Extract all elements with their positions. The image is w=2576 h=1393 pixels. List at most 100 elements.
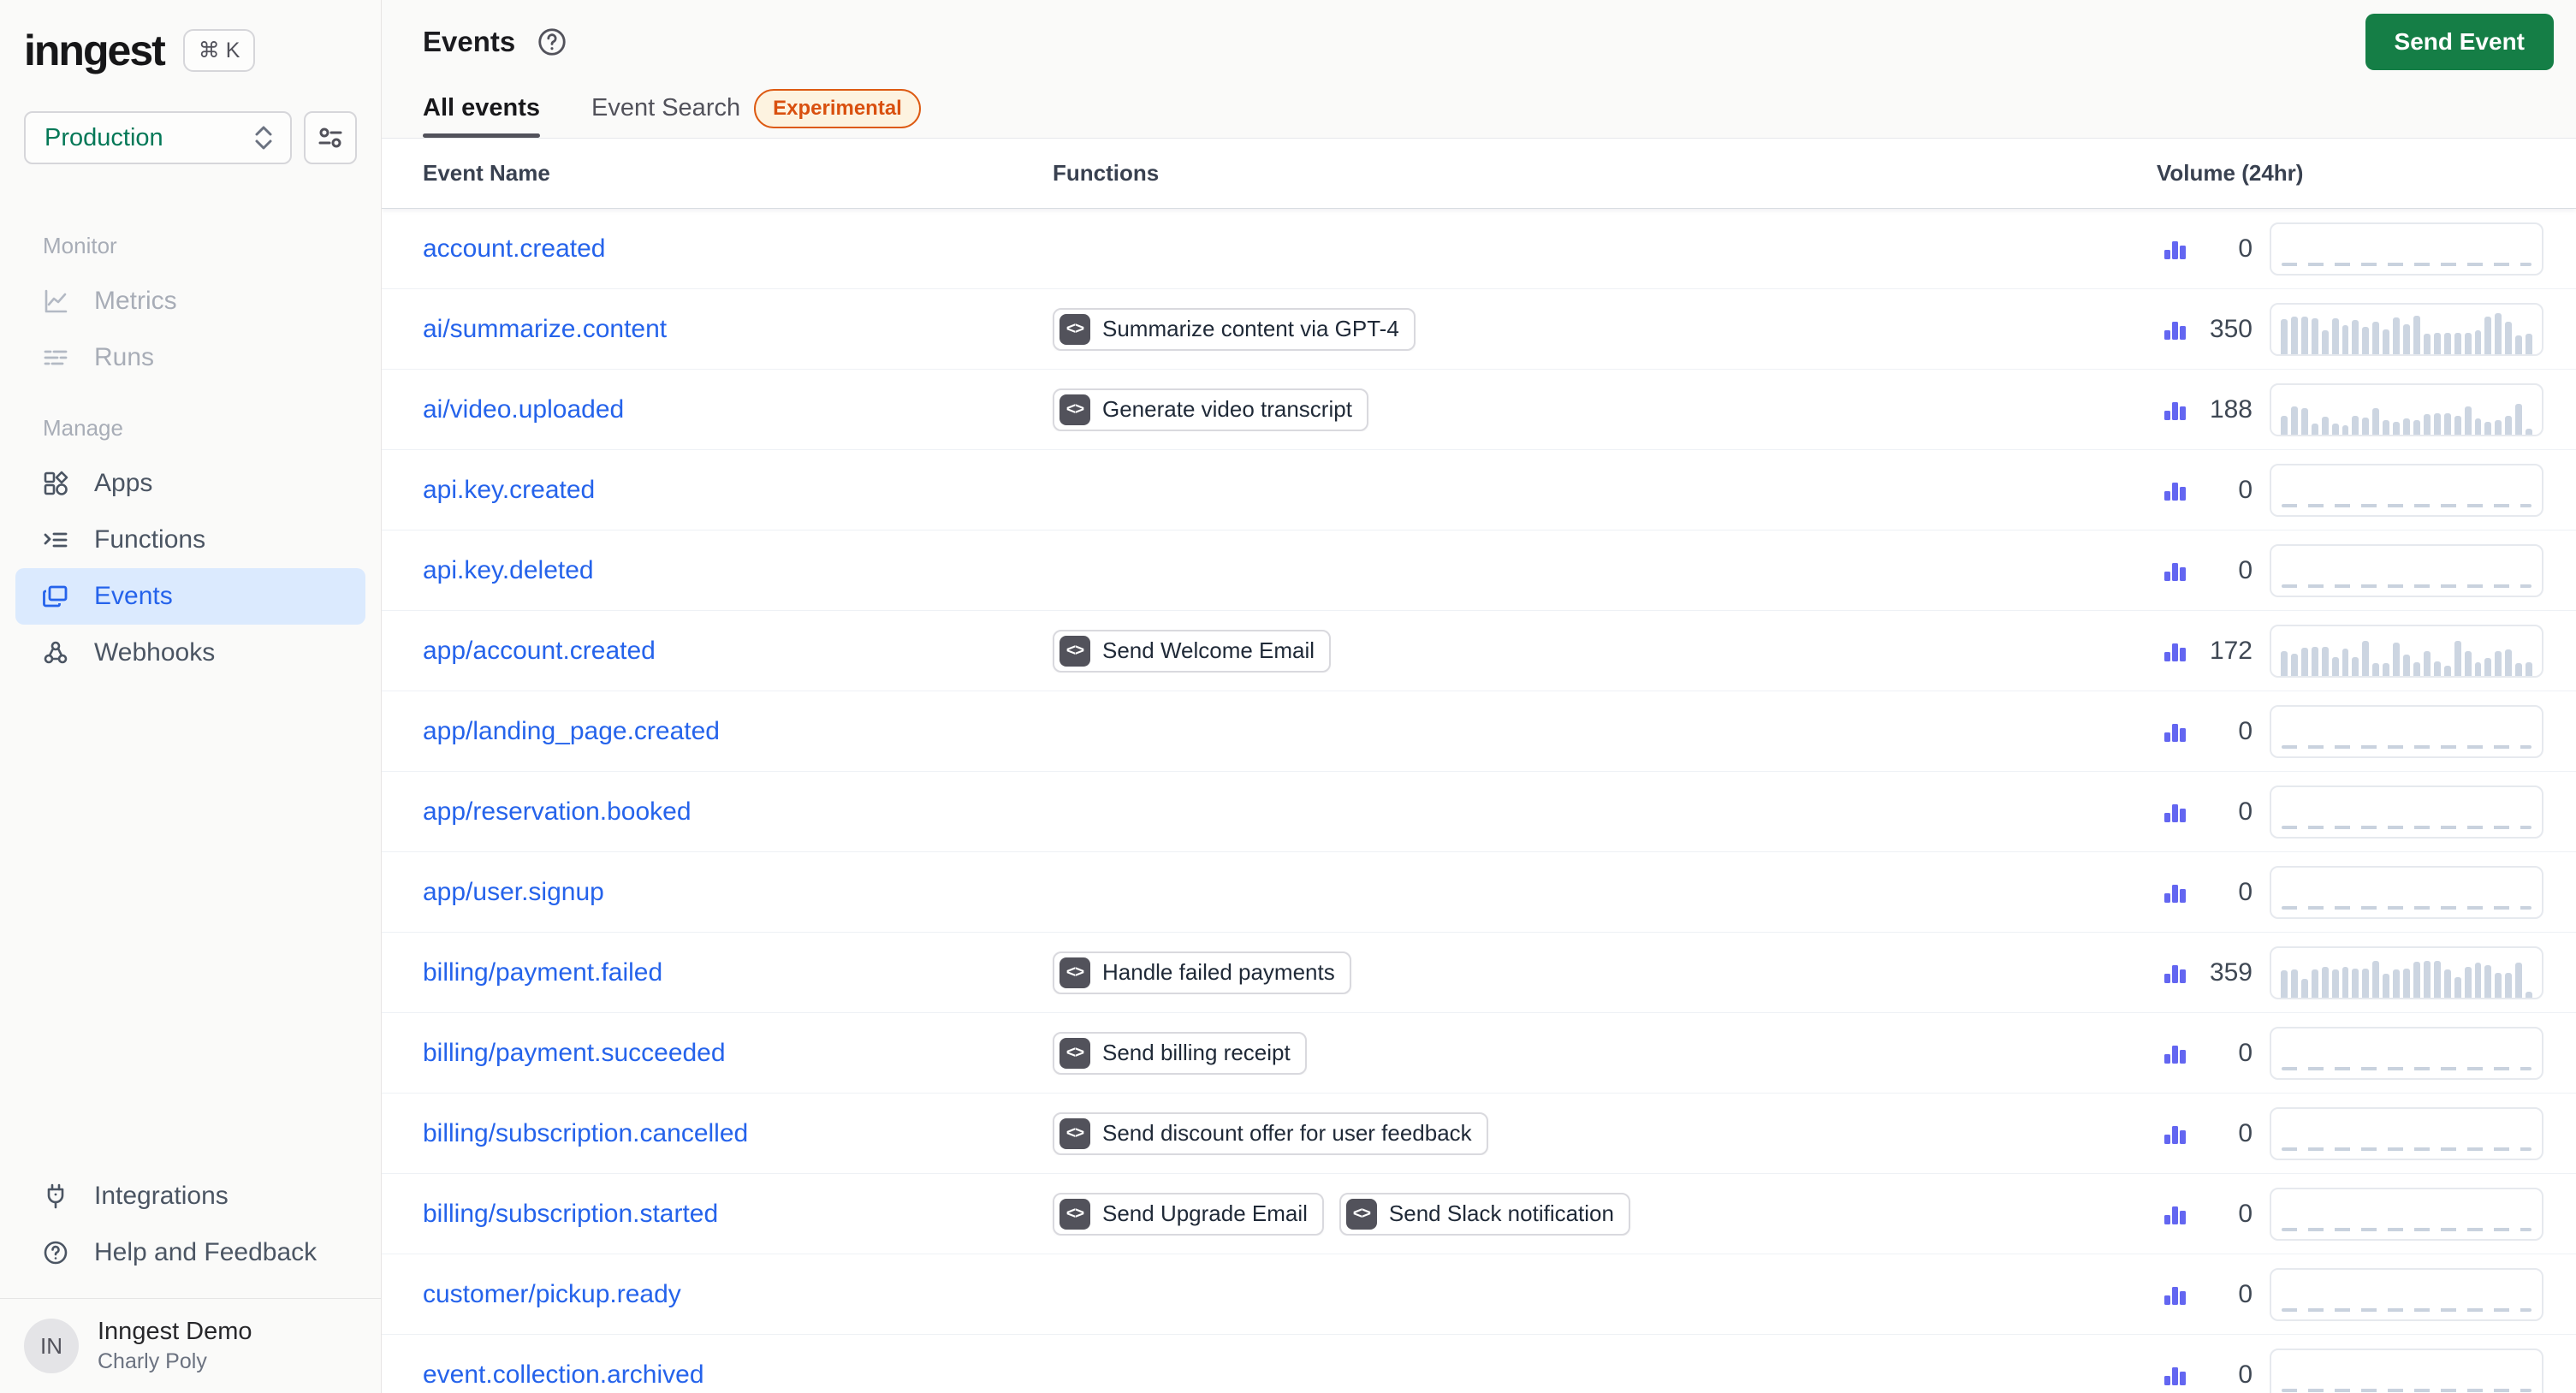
volume-count: 0 xyxy=(2163,1200,2253,1229)
bar-chart-icon xyxy=(2163,639,2187,662)
function-badge[interactable]: <> Send Welcome Email xyxy=(1053,629,1332,673)
function-badge[interactable]: <> Send Upgrade Email xyxy=(1053,1192,1324,1236)
event-name-link[interactable]: account.created xyxy=(382,234,1015,264)
volume-count: 0 xyxy=(2163,234,2253,264)
sidebar-item-label: Runs xyxy=(94,343,155,371)
event-name-link[interactable]: app/landing_page.created xyxy=(382,717,1015,746)
table-row: ai/video.uploaded <> Generate video trans… xyxy=(382,370,2576,450)
bar-chart-icon xyxy=(2163,880,2187,904)
volume-sparkline xyxy=(2270,463,2543,517)
code-icon: <> xyxy=(1345,1198,1377,1230)
volume-cell: 0 xyxy=(2056,785,2576,839)
zero-volume-dashed-line xyxy=(2282,262,2531,266)
volume-cell: 0 xyxy=(2056,1106,2576,1160)
table-row: customer/pickup.ready 0 xyxy=(382,1254,2576,1335)
table-row: app/user.signup 0 xyxy=(382,852,2576,933)
column-header-volume: Volume (24hr) xyxy=(2157,160,2304,186)
table-row: billing/payment.failed <> Handle failed p… xyxy=(382,933,2576,1013)
event-name-link[interactable]: api.key.deleted xyxy=(382,556,1015,585)
bar-chart-icon xyxy=(2163,1041,2187,1064)
user-name: Charly Poly xyxy=(98,1349,207,1373)
volume-sparkline xyxy=(2270,1106,2543,1160)
function-badge[interactable]: <> Generate video transcript xyxy=(1053,388,1368,431)
volume-cell: 0 xyxy=(2056,543,2576,597)
sidebar-item-events[interactable]: Events xyxy=(15,568,365,625)
sidebar-item-label: Functions xyxy=(94,525,206,554)
event-name-link[interactable]: event.collection.archived xyxy=(382,1360,1015,1390)
volume-value: 350 xyxy=(2209,314,2253,343)
zero-volume-dashed-line xyxy=(2282,744,2531,749)
function-badge[interactable]: <> Handle failed payments xyxy=(1053,951,1351,994)
tab-event-search[interactable]: Event Search Experimental xyxy=(591,79,921,138)
sidebar-item-runs[interactable]: Runs xyxy=(15,329,365,386)
event-name-link[interactable]: ai/video.uploaded xyxy=(382,395,1015,424)
page-help-icon[interactable] xyxy=(536,26,568,58)
volume-cell: 188 xyxy=(2056,382,2576,436)
event-name-link[interactable]: app/account.created xyxy=(382,637,1015,666)
volume-sparkline xyxy=(2270,785,2543,839)
tab-all-events[interactable]: All events xyxy=(423,79,540,138)
table-header: Event Name Functions Volume (24hr) xyxy=(382,139,2576,209)
volume-cell: 0 xyxy=(2056,1187,2576,1241)
sidebar-item-apps[interactable]: Apps xyxy=(15,455,365,512)
volume-count: 359 xyxy=(2163,958,2253,987)
volume-count: 188 xyxy=(2163,395,2253,424)
event-name-link[interactable]: customer/pickup.ready xyxy=(382,1280,1015,1309)
table-row: ai/summarize.content <> Summarize content… xyxy=(382,289,2576,370)
column-header-event-name: Event Name xyxy=(423,160,550,186)
bar-chart-icon xyxy=(2163,1283,2187,1306)
volume-value: 0 xyxy=(2238,1038,2253,1067)
sidebar-item-webhooks[interactable]: Webhooks xyxy=(15,625,365,681)
runs-icon xyxy=(41,343,70,372)
zero-volume-dashed-line xyxy=(2282,1388,2531,1392)
events-icon xyxy=(41,582,70,611)
volume-cell: 0 xyxy=(2056,865,2576,919)
zero-volume-dashed-line xyxy=(2282,1227,2531,1231)
sidebar-item-metrics[interactable]: Metrics xyxy=(15,273,365,329)
environment-select[interactable]: Production xyxy=(24,111,292,164)
command-k-shortcut[interactable]: ⌘ K xyxy=(182,29,256,72)
sidebar: inngest ⌘ K Production Monitor Metrics R… xyxy=(0,0,382,1393)
event-name-link[interactable]: ai/summarize.content xyxy=(382,315,1015,344)
org-name: Inngest Demo xyxy=(98,1318,252,1345)
account-menu[interactable]: IN Inngest Demo Charly Poly xyxy=(0,1298,381,1393)
sidebar-item-label: Integrations xyxy=(94,1182,229,1210)
tab-label: All events xyxy=(423,94,540,122)
table-row: api.key.deleted 0 xyxy=(382,531,2576,611)
send-event-button[interactable]: Send Event xyxy=(2365,14,2554,70)
function-badge[interactable]: <> Summarize content via GPT-4 xyxy=(1053,307,1416,351)
event-name-link[interactable]: app/reservation.booked xyxy=(382,797,1015,827)
volume-sparkline xyxy=(2270,1267,2543,1321)
volume-cell: 172 xyxy=(2056,624,2576,678)
code-icon: <> xyxy=(1059,635,1090,667)
sidebar-item-help[interactable]: Help and Feedback xyxy=(15,1224,365,1281)
volume-sparkline xyxy=(2270,1026,2543,1080)
environment-settings-button[interactable] xyxy=(304,111,357,164)
event-name-link[interactable]: api.key.created xyxy=(382,476,1015,505)
volume-count: 172 xyxy=(2163,637,2253,666)
metrics-icon xyxy=(41,287,70,316)
sidebar-footer-nav: Integrations Help and Feedback xyxy=(0,1168,381,1298)
volume-sparkline xyxy=(2270,624,2543,678)
tab-bar: All events Event Search Experimental xyxy=(382,79,2576,139)
volume-sparkline xyxy=(2270,945,2543,999)
event-name-link[interactable]: billing/payment.failed xyxy=(382,958,1015,987)
event-name-link[interactable]: billing/subscription.cancelled xyxy=(382,1119,1015,1148)
event-name-link[interactable]: billing/subscription.started xyxy=(382,1200,1015,1229)
function-badge[interactable]: <> Send billing receipt xyxy=(1053,1031,1307,1075)
code-icon: <> xyxy=(1059,957,1090,988)
function-badge[interactable]: <> Send discount offer for user feedback xyxy=(1053,1111,1488,1155)
volume-value: 0 xyxy=(2238,1199,2253,1228)
sidebar-item-label: Metrics xyxy=(94,287,177,315)
event-name-link[interactable]: app/user.signup xyxy=(382,878,1015,907)
function-badge[interactable]: <> Send Slack notification xyxy=(1338,1192,1630,1236)
sidebar-item-integrations[interactable]: Integrations xyxy=(15,1168,365,1224)
volume-count: 0 xyxy=(2163,476,2253,505)
event-name-link[interactable]: billing/payment.succeeded xyxy=(382,1039,1015,1068)
sidebar-item-functions[interactable]: Functions xyxy=(15,512,365,568)
function-badges: <> Generate video transcript xyxy=(1015,388,2056,431)
bar-chart-icon xyxy=(2163,237,2187,260)
experimental-badge: Experimental xyxy=(754,88,921,128)
avatar: IN xyxy=(24,1319,79,1373)
bar-chart-icon xyxy=(2163,1363,2187,1386)
